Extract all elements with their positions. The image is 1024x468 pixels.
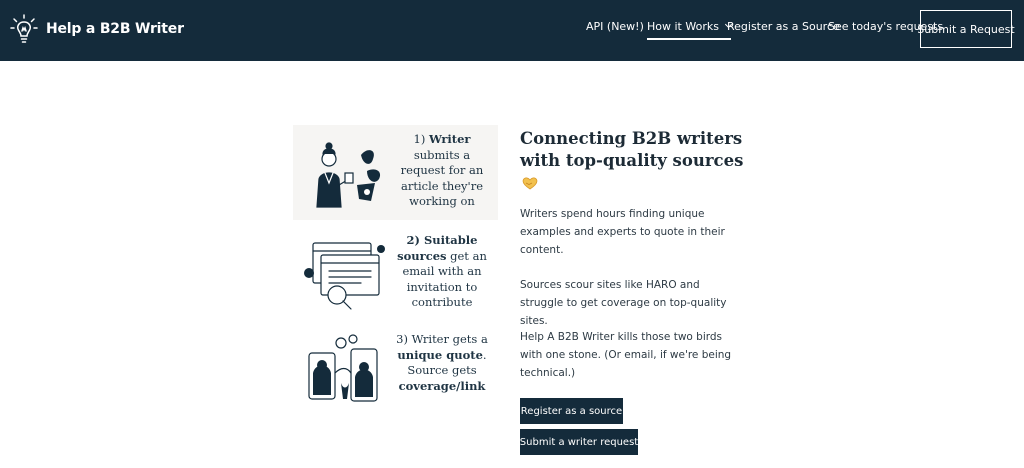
submit-writer-request-button[interactable]: Submit a writer request [520,429,638,455]
main-nav: API (New!) How it Works Register as a So… [0,0,1024,61]
step-3-text: 3) Writer gets a unique quote. Source ge… [393,332,491,394]
step-1-rest: submits a request for an article they're… [400,147,484,209]
step-3: 3) Writer gets a unique quote. Source ge… [293,325,498,420]
step-2-text: 2) Suitable sources get an email with an… [393,233,491,311]
page-heading: Connecting B2B writers with top-quality … [520,129,744,170]
step-2: 2) Suitable sources get an email with an… [293,225,498,320]
quote-coverage-illustration-icon [308,334,378,402]
nav-register-source[interactable]: Register as a Source [727,20,840,33]
intro-paragraph-solution: Help A B2B Writer kills those two birds … [520,331,732,379]
step-3-lead: 3) Writer gets a [396,332,488,346]
step-3-bold-1: unique quote [397,347,483,362]
submit-request-button[interactable]: Submit a Request [917,10,1015,48]
sources-email-illustration-icon [304,242,385,310]
nav-api[interactable]: API (New!) [586,20,644,33]
nav-how-it-works[interactable]: How it Works [647,20,732,40]
step-1-number: 1) [413,132,426,146]
step-1-text: 1) Writer submits a request for an artic… [393,132,491,210]
site-header: Help a B2B Writer API (New!) How it Work… [0,0,1024,61]
handshake-heart-icon [522,177,538,190]
nav-how-it-works-label: How it Works [647,20,719,33]
writer-illustration-icon [316,142,381,208]
step-1-bold: Writer [428,132,471,146]
register-source-button[interactable]: Register as a source [520,398,623,424]
intro-paragraph-sources: Sources scour sites like HARO and strugg… [520,279,727,327]
how-it-works-steps: 1) Writer submits a request for an artic… [293,125,498,415]
step-1: 1) Writer submits a request for an artic… [293,125,498,220]
intro-paragraph-writers: Writers spend hours finding unique examp… [520,208,725,256]
step-3-bold-2: coverage/link [398,378,486,393]
